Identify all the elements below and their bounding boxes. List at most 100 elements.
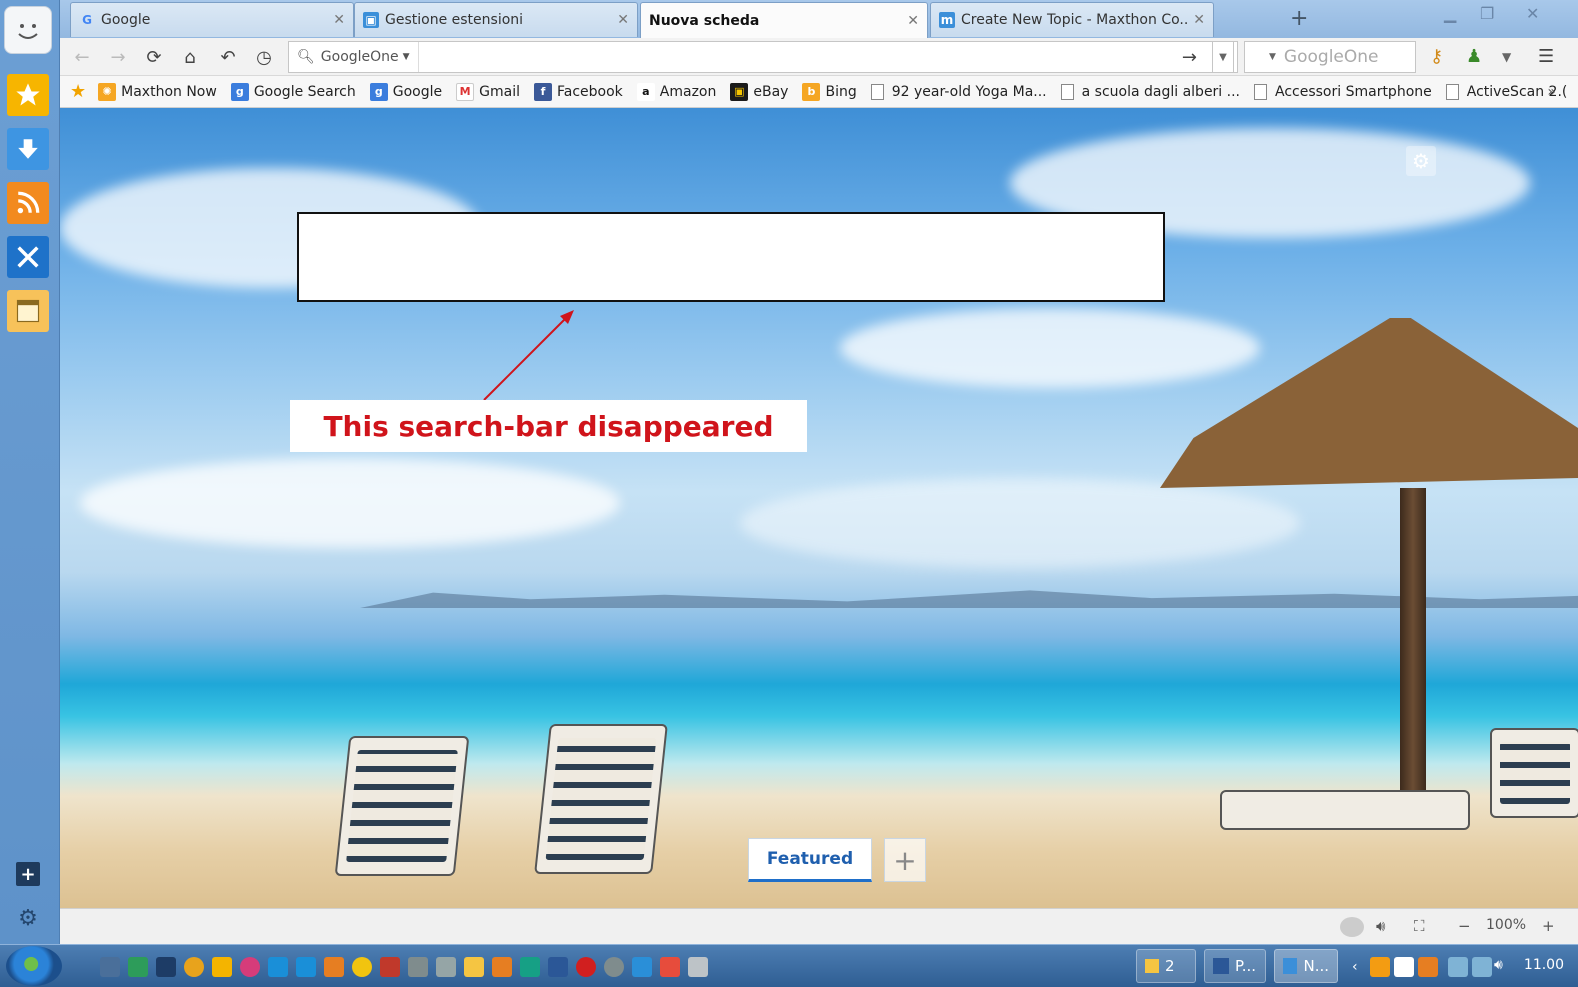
show-desktop-icon[interactable] <box>100 957 120 977</box>
newtab-settings-gear-icon[interactable]: ⚙ <box>1406 146 1436 176</box>
tray-icon[interactable] <box>1418 957 1438 977</box>
taskbar-word[interactable]: P... <box>1204 949 1266 983</box>
tray-expand-icon[interactable]: ‹ <box>1352 959 1364 975</box>
itunes-icon[interactable] <box>240 957 260 977</box>
favorites-star-icon[interactable] <box>7 74 49 116</box>
close-icon[interactable]: ✕ <box>907 13 919 29</box>
address-bar[interactable]: 🔍︎ GoogleOne ▼ → ✎ <box>288 41 1238 73</box>
forward-arrow-icon[interactable]: → <box>106 45 130 69</box>
tab-gestione-estensioni[interactable]: ▣ Gestione estensioni ✕ <box>354 2 638 37</box>
bookmark-amazon[interactable]: a Amazon <box>636 82 716 101</box>
address-dropdown-icon[interactable]: ▼ <box>1212 41 1234 73</box>
mail-icon[interactable] <box>660 957 680 977</box>
tray-icon[interactable] <box>1448 957 1468 977</box>
beach-lounger <box>1220 790 1470 830</box>
home-icon[interactable]: ⌂ <box>178 45 202 69</box>
close-icon[interactable]: ✕ <box>333 12 345 28</box>
volume-icon[interactable]: 🔊︎ <box>1494 957 1514 977</box>
app-icon[interactable] <box>688 957 708 977</box>
bookmark-maxthon-now[interactable]: ✺ Maxthon Now <box>98 82 217 101</box>
bookmark-facebook[interactable]: f Facebook <box>533 82 623 101</box>
adblock-icon[interactable] <box>1340 917 1364 937</box>
tools-icon[interactable] <box>7 236 49 278</box>
close-icon[interactable]: ✕ <box>617 12 629 28</box>
tray-icon[interactable] <box>1394 957 1414 977</box>
taskbar-maxthon[interactable]: N... <box>1274 949 1338 983</box>
history-clock-icon[interactable]: ◷ <box>252 45 276 69</box>
bookmark-accessori[interactable]: Accessori Smartphone <box>1254 83 1432 100</box>
bookmark-yoga[interactable]: 92 year-old Yoga Ma... <box>870 83 1047 100</box>
maxthon-icon <box>1283 958 1298 974</box>
folder-icon[interactable] <box>464 957 484 977</box>
tray-icon[interactable] <box>1370 957 1390 977</box>
ie-icon[interactable] <box>632 957 652 977</box>
zoom-in-button[interactable]: + <box>1542 917 1555 935</box>
left-sidebar: + ⚙ <box>0 0 60 944</box>
rss-icon[interactable] <box>7 182 49 224</box>
bookmark-ebay[interactable]: ▣ eBay <box>730 82 788 101</box>
taskbar-group-folders[interactable]: 2 <box>1136 949 1196 983</box>
bookmark-scuola[interactable]: a scuola dagli alberi ... <box>1060 83 1240 100</box>
bookmark-gmail[interactable]: M Gmail <box>456 82 520 101</box>
chrome-icon[interactable] <box>184 957 204 977</box>
opera-icon[interactable] <box>576 957 596 977</box>
app-icon[interactable] <box>324 957 344 977</box>
more-bookmarks-icon[interactable]: » <box>1547 84 1556 100</box>
app-icon[interactable] <box>408 957 428 977</box>
undo-icon[interactable]: ↶ <box>216 45 240 69</box>
bookmarks-star-icon[interactable]: ★ <box>70 81 86 102</box>
sidebar-add-button[interactable]: + <box>16 862 40 886</box>
bookmark-google-search[interactable]: g Google Search <box>230 82 356 101</box>
app-icon[interactable] <box>156 957 176 977</box>
tab-label: Google <box>101 12 151 28</box>
close-icon[interactable]: ✕ <box>1193 12 1205 28</box>
publisher-icon[interactable] <box>520 957 540 977</box>
google-search-icon: g <box>230 82 249 101</box>
app-icon[interactable] <box>604 957 624 977</box>
minimize-icon[interactable]: ▁ <box>1444 4 1456 23</box>
window-close-icon[interactable]: ✕ <box>1526 4 1539 23</box>
sidebar-settings-gear-icon[interactable]: ⚙ <box>14 904 42 932</box>
maxthon-smiley-icon[interactable] <box>4 6 52 54</box>
word-icon[interactable] <box>548 957 568 977</box>
start-button-icon[interactable] <box>6 946 62 986</box>
add-category-button[interactable]: + <box>884 838 926 882</box>
tab-nuova-scheda[interactable]: Nuova scheda ✕ <box>640 2 928 39</box>
restore-icon[interactable]: ❐ <box>1480 4 1494 23</box>
skype-icon[interactable] <box>296 957 316 977</box>
user-icon[interactable]: ♟ <box>1466 46 1482 67</box>
search-box-placeholder: GoogleOne <box>1283 47 1379 67</box>
zoom-out-button[interactable]: − <box>1458 917 1471 935</box>
go-arrow-icon[interactable]: → <box>1182 47 1197 68</box>
search-box[interactable]: ▼ GoogleOne <box>1244 41 1416 73</box>
clock[interactable]: 11.00 <box>1524 957 1564 973</box>
bookmark-label: Facebook <box>556 83 623 100</box>
refresh-icon[interactable]: ⟳ <box>142 45 166 69</box>
chevron-down-icon[interactable]: ▼ <box>1502 50 1511 64</box>
media-player-icon[interactable] <box>212 957 232 977</box>
app-icon[interactable] <box>128 957 148 977</box>
bookmark-bing[interactable]: b Bing <box>802 82 857 101</box>
filezilla-icon[interactable] <box>380 957 400 977</box>
new-tab-button[interactable]: + <box>1290 6 1308 31</box>
back-arrow-icon[interactable]: ← <box>70 45 94 69</box>
tab-create-new-topic[interactable]: m Create New Topic - Maxthon Co... ✕ <box>930 2 1214 37</box>
app-icon[interactable] <box>436 957 456 977</box>
download-icon[interactable] <box>7 128 49 170</box>
extensions-icon: ▣ <box>363 12 379 28</box>
network-icon[interactable] <box>1472 957 1492 977</box>
search-engine-selector[interactable]: 🔍︎ GoogleOne ▼ <box>289 42 419 72</box>
speaker-icon[interactable]: 🔊︎ <box>1376 917 1385 935</box>
app-icon[interactable] <box>352 957 372 977</box>
menu-icon[interactable]: ☰ <box>1538 46 1554 67</box>
bookmark-google[interactable]: g Google <box>369 82 442 101</box>
annotation-callout: This search-bar disappeared <box>290 400 807 452</box>
fullscreen-icon[interactable]: ⛶ <box>1414 917 1425 935</box>
notes-icon[interactable] <box>7 290 49 332</box>
skype-icon[interactable] <box>268 957 288 977</box>
vlc-icon[interactable] <box>492 957 512 977</box>
zoom-level[interactable]: 100% <box>1486 917 1526 933</box>
tab-google[interactable]: G Google ✕ <box>70 2 354 37</box>
tab-featured[interactable]: Featured <box>748 838 872 882</box>
key-icon[interactable]: ⚷ <box>1430 46 1443 67</box>
